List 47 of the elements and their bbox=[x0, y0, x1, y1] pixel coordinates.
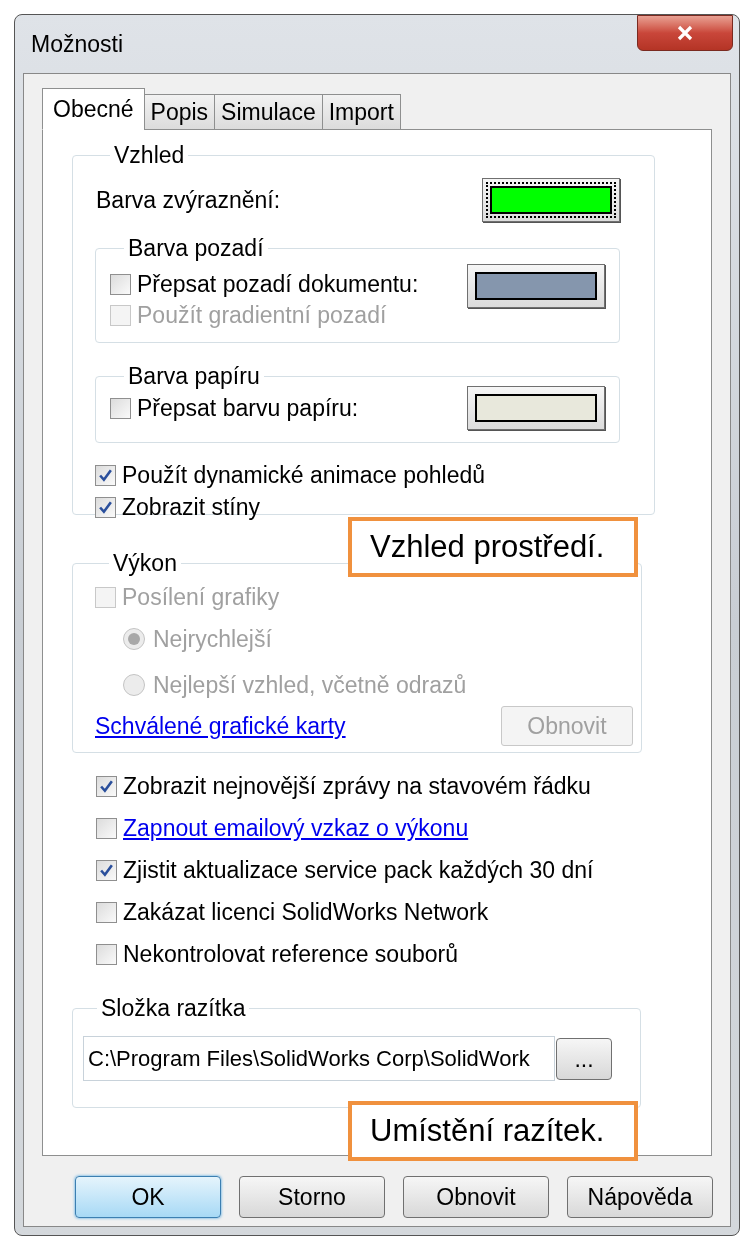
dialog-button[interactable]: Nápověda bbox=[567, 1176, 713, 1218]
group-title: Složka razítka bbox=[100, 995, 247, 1021]
callout: Vzhled prostředí. bbox=[348, 517, 638, 577]
color-swatch-button[interactable] bbox=[467, 386, 605, 430]
checkbox-label: Použít dynamické animace pohledů bbox=[122, 462, 486, 488]
checkbox-label: Nekontrolovat reference souborů bbox=[123, 941, 458, 967]
color-swatch-button[interactable] bbox=[482, 178, 620, 222]
checkbox-label: Zobrazit nejnovější zprávy na stavovém řádku bbox=[123, 773, 591, 799]
checkbox[interactable] bbox=[96, 943, 117, 965]
group-title: Barva pozadí bbox=[127, 235, 265, 261]
checkbox[interactable] bbox=[96, 859, 117, 881]
dialog-button[interactable]: Obnovit bbox=[403, 1176, 549, 1218]
close-icon bbox=[676, 25, 694, 41]
checkbox[interactable] bbox=[95, 496, 116, 518]
stamp-folder-field[interactable]: C:\Program Files\SolidWorks Corp\SolidWork bbox=[83, 1036, 555, 1081]
group-title: Barva papíru bbox=[127, 363, 261, 389]
tab[interactable]: Import bbox=[321, 94, 401, 130]
checkbox-label: Zobrazit stíny bbox=[122, 494, 261, 520]
checkbox[interactable] bbox=[110, 397, 131, 419]
window-title: Možnosti bbox=[31, 31, 124, 57]
radio-label: Nejlepší vzhled, včetně odrazů bbox=[153, 672, 467, 698]
checkbox-label: Přepsat barvu papíru: bbox=[137, 395, 359, 421]
dialog-button[interactable]: OK bbox=[75, 1176, 221, 1218]
checkbox[interactable] bbox=[96, 901, 117, 923]
highlight-color-label: Barva zvýraznění: bbox=[96, 187, 281, 213]
color-swatch-button[interactable] bbox=[467, 264, 605, 308]
dialog-button[interactable]: Storno bbox=[239, 1176, 385, 1218]
checkbox[interactable] bbox=[96, 817, 117, 839]
radio-label: Nejrychlejší bbox=[153, 626, 272, 652]
checkbox-label: Použít gradientní pozadí bbox=[137, 302, 387, 328]
tab[interactable]: Simulace bbox=[214, 94, 323, 130]
tab[interactable]: Obecné bbox=[42, 88, 145, 130]
checkbox-label: Posílení grafiky bbox=[122, 584, 280, 610]
checkbox[interactable] bbox=[96, 775, 117, 797]
browse-button[interactable]: ... bbox=[556, 1037, 612, 1080]
email-report-link[interactable]: Zapnout emailový vzkaz o výkonu bbox=[123, 815, 469, 841]
group-title: Výkon bbox=[112, 550, 178, 576]
checkbox-label: Přepsat pozadí dokumentu: bbox=[137, 271, 419, 297]
checkbox[interactable] bbox=[110, 273, 131, 295]
checkbox-label: Zjistit aktualizace service pack každých 30 dní bbox=[123, 857, 594, 883]
close-button[interactable] bbox=[637, 15, 733, 51]
checkbox[interactable] bbox=[95, 464, 116, 486]
tab[interactable]: Popis bbox=[143, 94, 216, 130]
group-title: Vzhled bbox=[113, 142, 186, 168]
callout: Umístění razítek. bbox=[348, 1101, 638, 1161]
checkbox-label: Zakázat licenci SolidWorks Network bbox=[123, 899, 489, 925]
approved-graphics-cards-link[interactable]: Schválené grafické karty bbox=[95, 713, 346, 739]
